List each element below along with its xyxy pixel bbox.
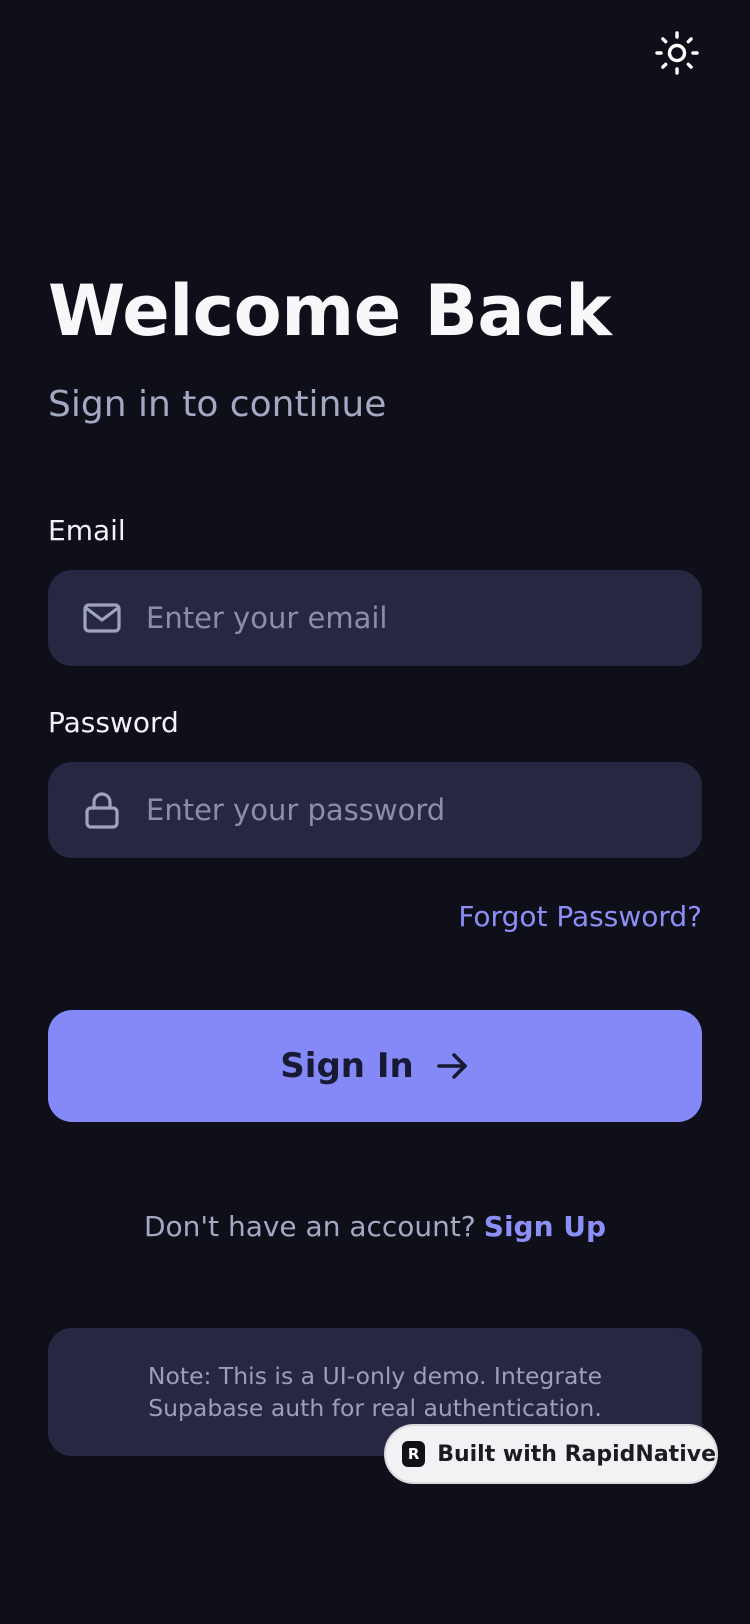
page-title: Welcome Back <box>48 270 612 352</box>
email-input[interactable] <box>146 601 678 635</box>
sign-up-link[interactable]: Sign Up <box>484 1210 606 1243</box>
password-field[interactable] <box>48 762 702 858</box>
page-subtitle: Sign in to continue <box>48 384 387 425</box>
sign-in-button[interactable]: Sign In <box>48 1010 702 1122</box>
lock-icon <box>82 790 122 830</box>
password-label: Password <box>48 706 179 739</box>
sun-icon <box>654 30 700 80</box>
arrow-right-icon <box>434 1048 470 1084</box>
email-field[interactable] <box>48 570 702 666</box>
sign-in-label: Sign In <box>280 1046 414 1086</box>
signup-row: Don't have an account? Sign Up <box>0 1210 750 1243</box>
built-with-badge[interactable]: R Built with RapidNative <box>384 1424 718 1484</box>
mail-icon <box>82 598 122 638</box>
theme-toggle-button[interactable] <box>652 30 702 80</box>
password-input[interactable] <box>146 793 678 827</box>
forgot-password-link[interactable]: Forgot Password? <box>458 900 702 933</box>
login-screen: Welcome Back Sign in to continue Email P… <box>0 0 750 1624</box>
rapidnative-logo-icon: R <box>402 1441 426 1467</box>
signup-prompt: Don't have an account? <box>143 1210 476 1243</box>
demo-note-text: Note: This is a UI-only demo. Integrate … <box>147 1362 603 1422</box>
built-with-label: Built with RapidNative <box>437 1441 716 1467</box>
email-label: Email <box>48 514 126 547</box>
